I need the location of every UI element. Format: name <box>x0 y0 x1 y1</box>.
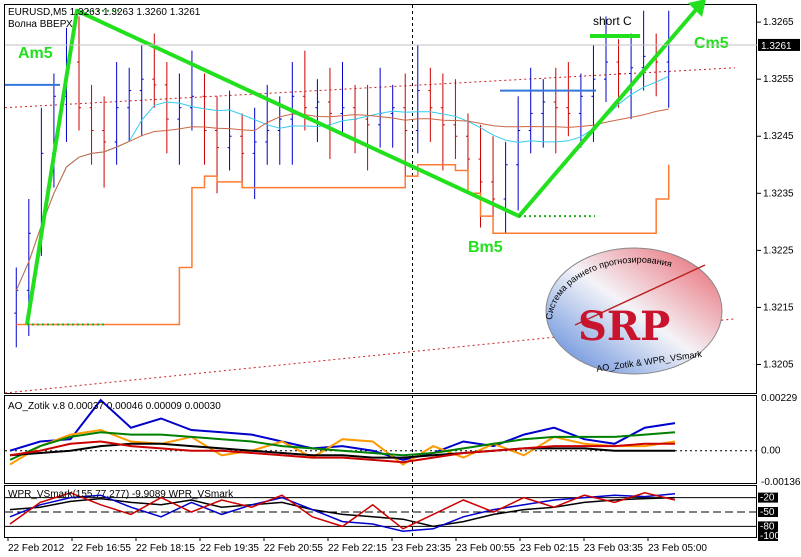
wpr-tick-label: -50 <box>760 507 775 518</box>
wpr-panel-title: WPR_VSmark(155,77,277) -9.9089 WPR_VSmar… <box>8 489 234 500</box>
time-tick-label: 22 Feb 22:15 <box>328 543 387 554</box>
time-tick-label: 22 Feb 16:55 <box>72 543 131 554</box>
price-tick-label: 1.3265 <box>763 17 794 28</box>
ao-tick-label: 0.00 <box>761 446 781 457</box>
logo-letters: SRP <box>578 303 670 350</box>
time-tick-label: 22 Feb 18:15 <box>136 543 195 554</box>
time-tick-label: 23 Feb 05:00 <box>648 543 707 554</box>
symbol-ohlc-line: EURUSD,M5 1.3263 1.3263 1.3260 1.3261 <box>8 7 201 18</box>
time-axis: 22 Feb 2012 22 Feb 16:55 22 Feb 18:15 22 Fe… <box>7 537 707 554</box>
wpr-tick-label: -100 <box>760 531 780 542</box>
time-tick-label: 22 Feb 2012 <box>8 543 65 554</box>
time-tick-label: 22 Feb 19:35 <box>200 543 259 554</box>
time-tick-label: 23 Feb 02:15 <box>520 543 579 554</box>
time-tick-label: 23 Feb 23:35 <box>392 543 451 554</box>
ao-tick-label: 0.00229 <box>761 393 798 404</box>
chart-window: EURUSD,M5 1.3263 1.3263 1.3260 1.3261 Во… <box>0 0 801 557</box>
short-c-annotation: short C <box>593 14 632 28</box>
price-tick-label: 1.3235 <box>763 188 794 199</box>
price-tick-label: 1.3255 <box>763 74 794 85</box>
indicator-name: Волна ВВЕРХ <box>8 19 73 30</box>
time-tick-label: 22 Feb 20:55 <box>264 543 323 554</box>
wave-label-am5: Am5 <box>18 45 53 62</box>
price-tick-label: 1.3205 <box>763 359 794 370</box>
current-price-label: 1.3261 <box>761 41 792 52</box>
wpr-axis: -20-50-80-100 <box>758 492 780 542</box>
ao-panel-title: AO_Zotik v.8 0.00037 0.00046 0.00009 0.0… <box>8 401 221 412</box>
price-tick-label: 1.3225 <box>763 245 794 256</box>
time-tick-label: 23 Feb 03:35 <box>584 543 643 554</box>
wave-label-cm5: Cm5 <box>694 35 729 52</box>
wave-label-bm5: Bm5 <box>468 239 503 256</box>
wpr-tick-label: -20 <box>760 493 775 504</box>
price-tick-label: 1.3245 <box>763 131 794 142</box>
time-tick-label: 23 Feb 00:55 <box>456 543 515 554</box>
price-tick-label: 1.3215 <box>763 302 794 313</box>
ao-axis: 0.00229 0.00 -0.00136 <box>761 393 801 488</box>
ao-tick-label: -0.00136 <box>761 477 801 488</box>
srp-logo: Система раннего прогнозирования SRP AO_Z… <box>544 247 723 375</box>
